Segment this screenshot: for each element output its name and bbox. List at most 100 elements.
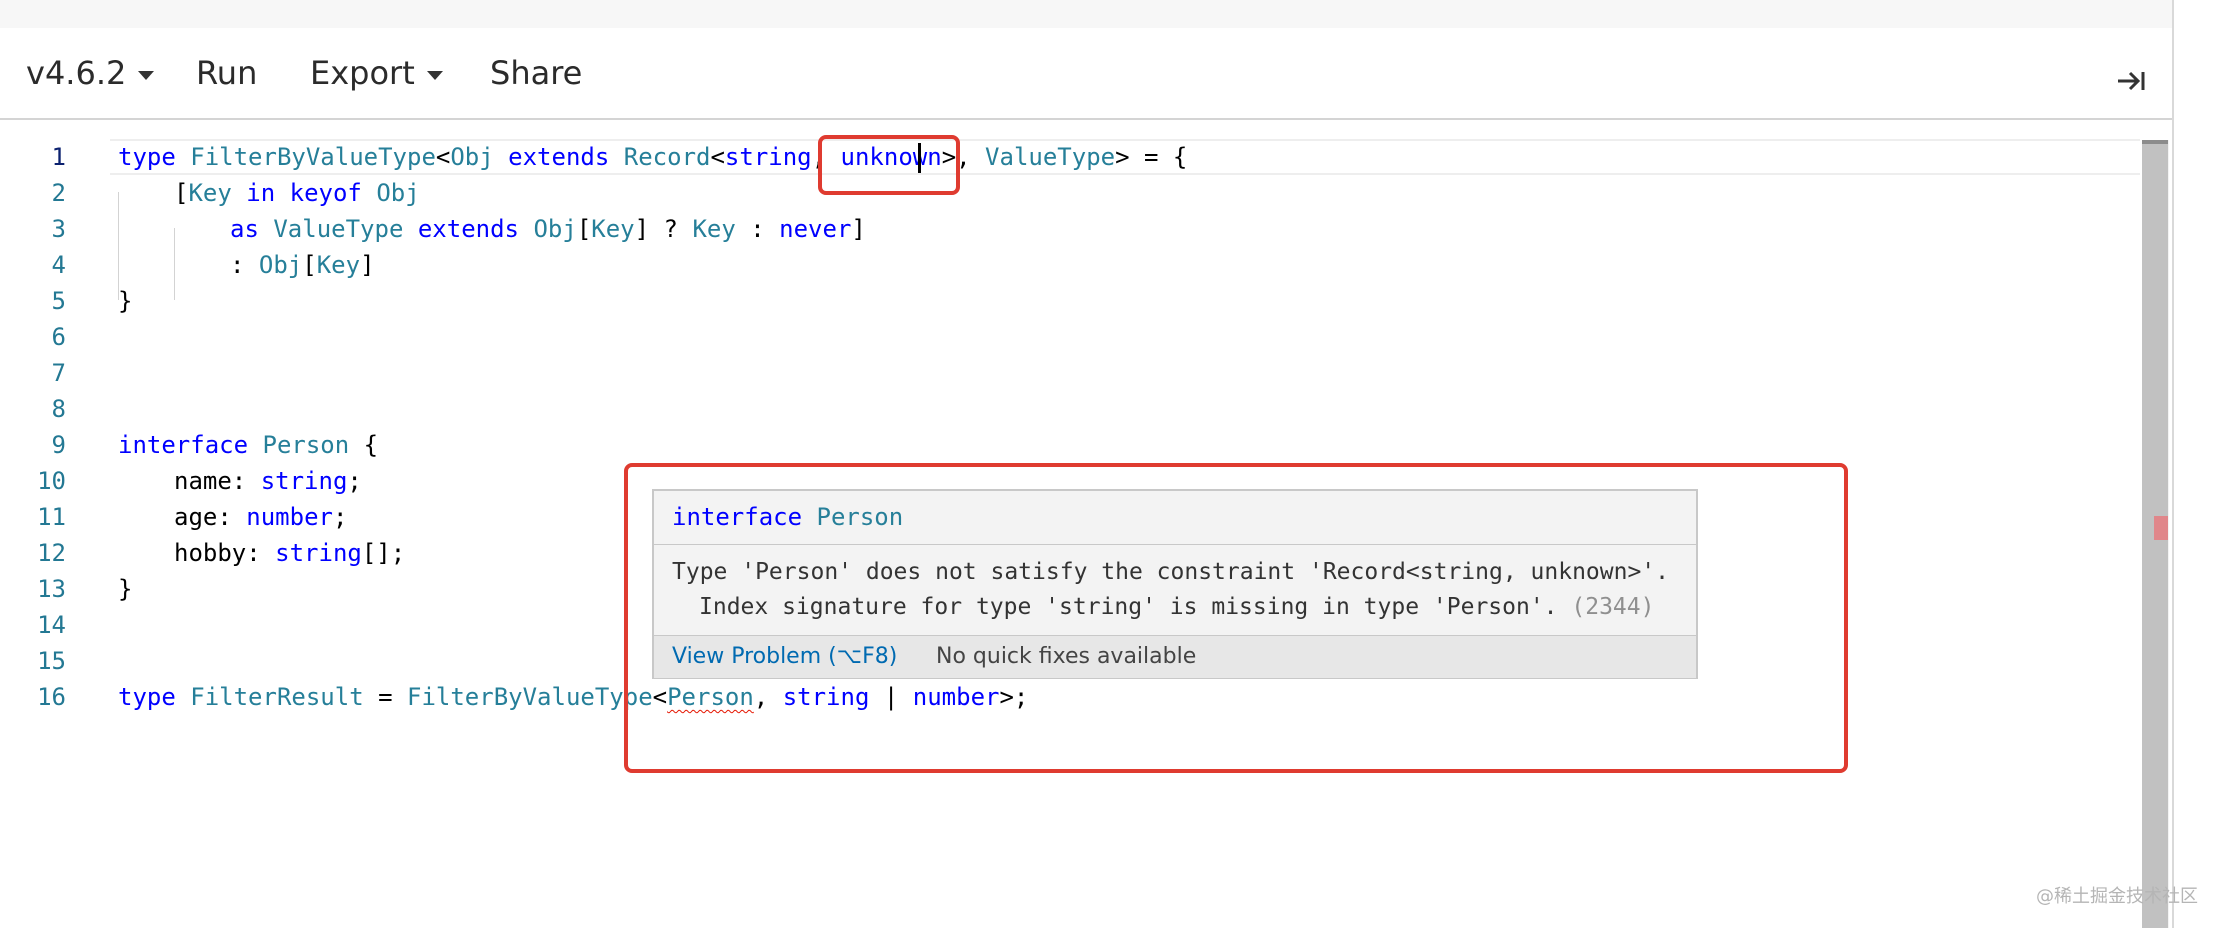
- arrow-right-to-bar-icon[interactable]: [2116, 70, 2146, 92]
- right-panel-edge: [2172, 0, 2224, 928]
- code-token: type: [118, 143, 191, 171]
- line-number: 2: [51, 179, 66, 207]
- version-label: v4.6.2: [26, 54, 127, 92]
- code-token: <: [710, 143, 725, 171]
- caret-down-icon: [426, 70, 443, 80]
- code-token: }: [118, 287, 133, 315]
- line-number: 14: [37, 611, 66, 639]
- code-token: Key: [692, 215, 736, 243]
- code-token: Obj: [258, 251, 303, 279]
- share-label: Share: [490, 54, 583, 92]
- run-label: Run: [196, 54, 258, 92]
- code-token: name: [174, 467, 232, 495]
- line-number: 1: [51, 143, 66, 171]
- code-token: FilterResult: [190, 683, 364, 711]
- playground-toolbar: v4.6.2 Run Export Share: [0, 28, 2172, 120]
- code-token: [];: [361, 539, 406, 567]
- code-line: : Obj[Key]: [230, 247, 375, 283]
- code-token: > = {: [1115, 143, 1188, 171]
- line-number: 7: [51, 359, 66, 387]
- code-token: ;: [347, 467, 362, 495]
- code-token: FilterByValueType: [407, 683, 653, 711]
- code-token: Obj: [376, 179, 420, 207]
- code-token: <: [435, 143, 451, 171]
- code-token: string: [260, 467, 348, 495]
- code-token: age: [174, 503, 218, 531]
- code-token: string: [724, 143, 812, 171]
- watermark: @稀土掘金技术社区: [2036, 886, 2198, 907]
- code-token: [: [302, 251, 317, 279]
- export-label: Export: [310, 54, 415, 92]
- line-number: 4: [51, 251, 66, 279]
- code-token: Person: [262, 431, 350, 459]
- code-token: Record: [623, 143, 711, 171]
- code-line: [Key in keyof Obj: [174, 175, 420, 211]
- code-line: name: string;: [174, 463, 362, 499]
- line-number: 8: [51, 395, 66, 423]
- code-line: }: [118, 283, 132, 319]
- code-token: Obj: [450, 143, 494, 171]
- export-menu-button[interactable]: Export: [310, 28, 443, 118]
- code-token: never: [779, 215, 852, 243]
- code-token: :: [230, 251, 259, 279]
- code-token: [: [576, 215, 592, 243]
- code-token: :: [231, 467, 261, 495]
- share-button[interactable]: Share: [490, 28, 582, 118]
- annotation-box-error-hover: [624, 463, 1848, 773]
- line-number: 10: [37, 467, 66, 495]
- code-token: ;: [332, 503, 348, 531]
- code-token: ]: [851, 215, 866, 243]
- code-token: extends: [417, 215, 520, 243]
- code-token: Key: [188, 179, 232, 207]
- line-number: 3: [51, 215, 66, 243]
- page-header-strip: [0, 0, 2224, 29]
- code-token: string: [275, 539, 362, 567]
- code-token: {: [349, 431, 379, 459]
- code-token: ]: [360, 251, 375, 279]
- code-token: Key: [316, 251, 361, 279]
- line-number: 13: [37, 575, 66, 603]
- code-token: =: [363, 683, 407, 711]
- line-number: 12: [37, 539, 66, 567]
- code-line: as ValueType extends Obj[Key] ? Key : ne…: [230, 211, 866, 247]
- code-line: }: [118, 571, 132, 607]
- code-token: :: [735, 215, 780, 243]
- code-token: ] ?: [634, 215, 693, 243]
- code-token: keyof: [289, 179, 362, 207]
- code-token: type: [118, 683, 176, 711]
- line-number: 11: [37, 503, 66, 531]
- code-token: ValueType: [985, 143, 1116, 171]
- version-select[interactable]: v4.6.2: [26, 28, 155, 118]
- code-token: Obj: [533, 215, 577, 243]
- code-line: type FilterByValueType<Obj extends Recor…: [118, 139, 1187, 175]
- line-number: 6: [51, 323, 66, 351]
- code-token: as: [230, 215, 259, 243]
- run-button[interactable]: Run: [196, 28, 257, 118]
- line-number: 15: [37, 647, 66, 675]
- error-scroll-marker: [2154, 516, 2168, 540]
- code-token: }: [118, 575, 133, 603]
- code-line: hobby: string[];: [174, 535, 405, 571]
- line-number: 16: [37, 683, 66, 711]
- line-number: 9: [51, 431, 66, 459]
- code-token: number: [246, 503, 333, 531]
- code-token: extends: [508, 143, 610, 171]
- code-line: interface Person {: [118, 427, 378, 463]
- code-token: interface: [118, 431, 249, 459]
- line-number-gutter: 1 2 3 4 5 6 7 8 9 10 11 12 13 14 15 16: [0, 120, 90, 928]
- code-token: ValueType: [273, 215, 404, 243]
- annotation-box-unknown: [818, 135, 960, 195]
- code-token: :: [246, 539, 276, 567]
- code-token: FilterByValueType: [190, 143, 436, 171]
- code-token: Key: [591, 215, 635, 243]
